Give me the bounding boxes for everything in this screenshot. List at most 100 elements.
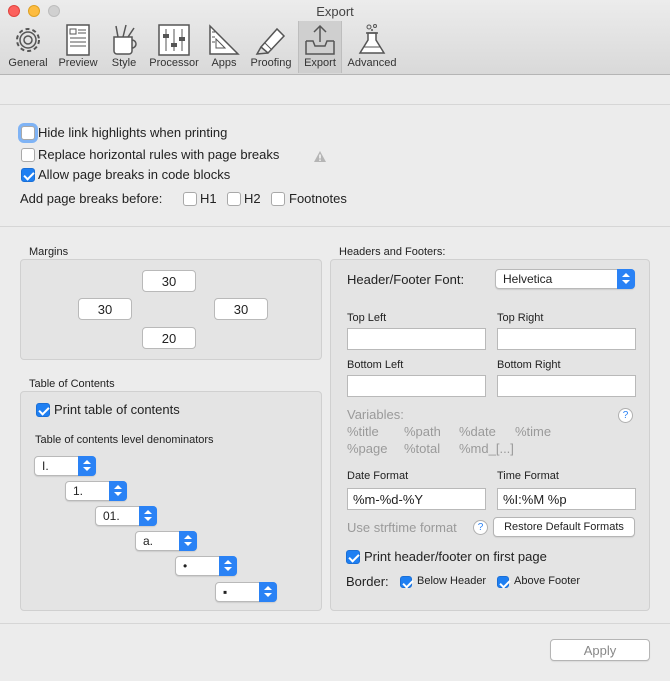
toc-level-1-popup[interactable]: I.: [34, 456, 96, 476]
hf-font-popup[interactable]: Helvetica: [495, 269, 635, 289]
break-h2-checkbox[interactable]: [227, 192, 241, 206]
toolbar-general[interactable]: General: [4, 21, 52, 73]
toolbar-style[interactable]: Style: [104, 21, 144, 73]
above-footer-checkbox[interactable]: [497, 576, 509, 588]
variable-item: %title: [347, 424, 379, 439]
bottom-left-field[interactable]: [347, 375, 486, 397]
chevron-updown-icon: [259, 582, 277, 602]
allow-breaks-code-checkbox[interactable]: [21, 168, 35, 182]
toolbar-processor[interactable]: Processor: [146, 21, 202, 73]
toolbar-advanced[interactable]: Advanced: [344, 21, 400, 73]
hf-font-value: Helvetica: [503, 272, 553, 286]
break-footnotes-checkbox[interactable]: [271, 192, 285, 206]
margin-right-field[interactable]: 30: [214, 298, 268, 320]
toc-level-3-popup[interactable]: 01.: [95, 506, 157, 526]
break-h2-label: H2: [244, 191, 261, 206]
window-title: Export: [316, 4, 354, 19]
top-right-label: Top Right: [497, 312, 544, 324]
divider: [0, 104, 670, 105]
toolbar-proofing[interactable]: Proofing: [246, 21, 296, 73]
variable-item: %md_[...]: [459, 441, 514, 456]
apps-icon: [209, 24, 240, 55]
toc-box: [20, 391, 322, 611]
toolbar-processor-label: Processor: [149, 57, 199, 69]
top-left-field[interactable]: [347, 328, 486, 350]
strftime-help-icon[interactable]: ?: [473, 520, 488, 535]
print-first-page-checkbox[interactable]: [346, 550, 360, 564]
toolbar-advanced-label: Advanced: [347, 57, 397, 69]
apply-button[interactable]: Apply: [550, 639, 650, 661]
divider: [0, 623, 670, 624]
replace-hr-label: Replace horizontal rules with page break…: [38, 147, 280, 162]
allow-breaks-code-label: Allow page breaks in code blocks: [38, 167, 231, 182]
divider: [0, 226, 670, 227]
toolbar-apps[interactable]: Apps: [204, 21, 244, 73]
print-toc-label: Print table of contents: [54, 402, 180, 417]
sliders-icon: [158, 24, 190, 56]
bottom-right-label: Bottom Right: [497, 359, 561, 371]
toc-level-6-popup[interactable]: ▪: [215, 582, 277, 602]
toolbar-style-label: Style: [111, 57, 137, 69]
style-icon: [113, 24, 137, 55]
window-toolbar: Export General Preview Style Processor A…: [0, 0, 670, 75]
strftime-label: Use strftime format: [347, 520, 457, 535]
time-format-label: Time Format: [497, 470, 559, 482]
add-breaks-label: Add page breaks before:: [20, 191, 163, 206]
below-header-label: Below Header: [417, 575, 487, 587]
chevron-updown-icon: [109, 481, 127, 501]
chevron-updown-icon: [78, 456, 96, 476]
flask-icon: [358, 24, 386, 54]
print-first-page-label: Print header/footer on first page: [364, 549, 547, 564]
date-format-field[interactable]: %m-%d-%Y: [347, 488, 486, 510]
above-footer-label: Above Footer: [514, 575, 581, 587]
time-format-field[interactable]: %I:%M %p: [497, 488, 636, 510]
break-footnotes-label: Footnotes: [289, 191, 347, 206]
variable-item: %date: [459, 424, 496, 439]
export-tray-icon: [305, 24, 335, 55]
margin-left-field[interactable]: 30: [78, 298, 132, 320]
toc-level-2-popup[interactable]: 1.: [65, 481, 127, 501]
bottom-left-label: Bottom Left: [347, 359, 404, 371]
below-header-checkbox[interactable]: [400, 576, 412, 588]
gear-icon: [16, 28, 40, 52]
toc-level-6-value: ▪: [223, 585, 228, 599]
margin-top-field[interactable]: 30: [142, 270, 196, 292]
toc-level-4-value: a.: [143, 534, 154, 548]
toc-level-4-popup[interactable]: a.: [135, 531, 197, 551]
toc-level-5-popup[interactable]: •: [175, 556, 237, 576]
variable-item: %page: [347, 441, 388, 456]
print-toc-checkbox[interactable]: [36, 403, 50, 417]
toc-level-3-value: 01.: [103, 509, 120, 523]
bottom-right-field[interactable]: [497, 375, 636, 397]
highlighter-icon: [255, 27, 286, 55]
toolbar-preview[interactable]: Preview: [54, 21, 102, 73]
hf-font-label: Header/Footer Font:: [347, 272, 465, 287]
toolbar-apps-label: Apps: [211, 57, 237, 69]
chevron-updown-icon: [179, 531, 197, 551]
top-left-label: Top Left: [347, 312, 387, 324]
toolbar-export-label: Export: [304, 57, 336, 69]
toolbar-preview-label: Preview: [58, 57, 98, 69]
margin-bottom-field[interactable]: 20: [142, 327, 196, 349]
replace-hr-checkbox[interactable]: [21, 148, 35, 162]
date-format-label: Date Format: [347, 470, 409, 482]
restore-default-formats-button[interactable]: Restore Default Formats: [493, 517, 635, 537]
margins-title: Margins: [29, 246, 69, 258]
break-h1-checkbox[interactable]: [183, 192, 197, 206]
variables-label: Variables:: [347, 407, 404, 422]
border-label: Border:: [346, 574, 389, 589]
toc-title: Table of Contents: [29, 378, 115, 390]
hide-link-highlights-checkbox[interactable]: [21, 126, 35, 140]
toolbar-export[interactable]: Export: [298, 21, 342, 73]
preview-icon: [66, 24, 90, 56]
warning-icon: [314, 151, 326, 162]
chevron-updown-icon: [139, 506, 157, 526]
top-right-field[interactable]: [497, 328, 636, 350]
toc-level-1-value: I.: [42, 459, 49, 473]
headers-footers-title: Headers and Footers:: [339, 246, 446, 258]
chevron-updown-icon: [219, 556, 237, 576]
toc-level-5-value: •: [183, 559, 188, 573]
variables-help-icon[interactable]: ?: [618, 408, 633, 423]
variable-item: %time: [515, 424, 552, 439]
hide-link-highlights-label: Hide link highlights when printing: [38, 125, 228, 140]
